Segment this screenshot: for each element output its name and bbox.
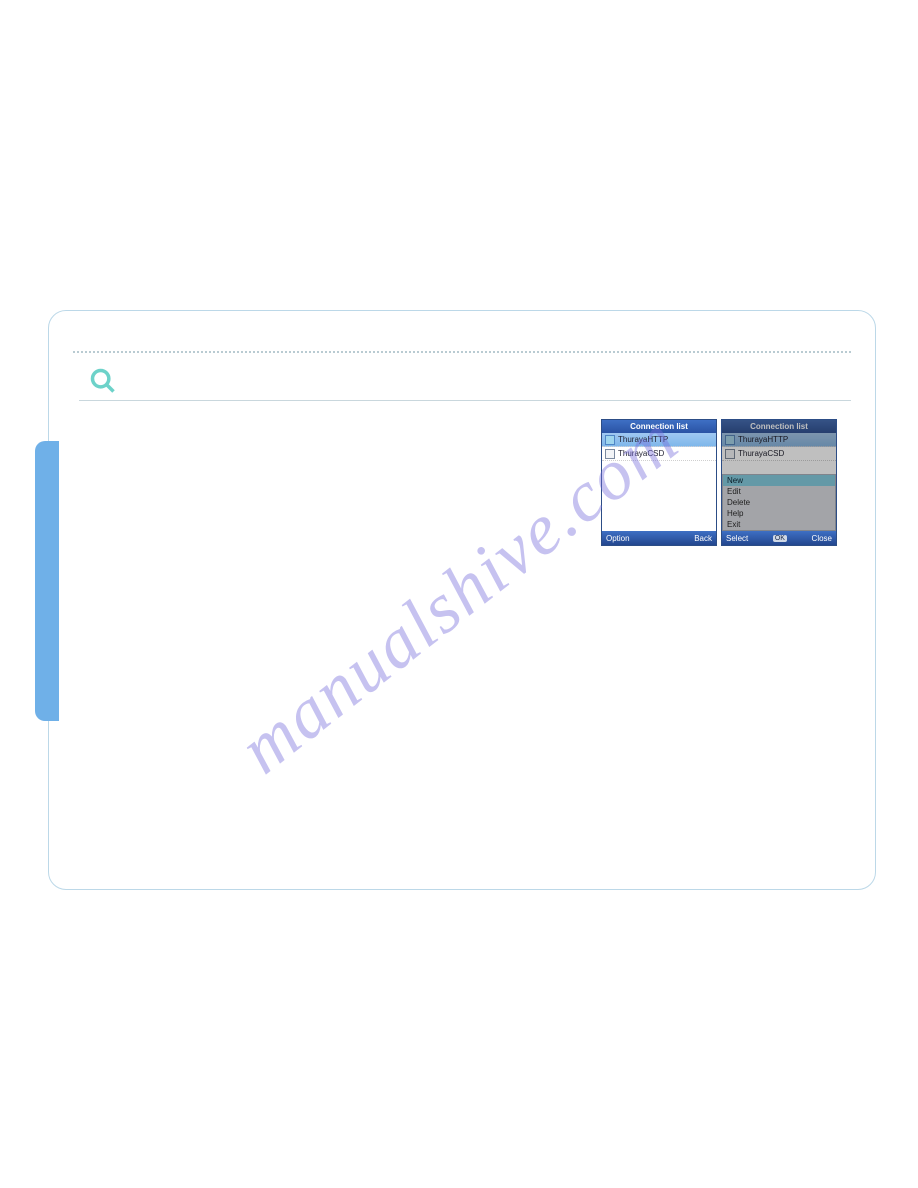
screen-title: Connection list [722, 420, 836, 433]
softkey-bar: Option Back [602, 531, 716, 545]
softkey-right[interactable]: Close [812, 534, 832, 543]
softkey-left[interactable]: Select [726, 534, 748, 543]
list-item[interactable]: ThurayaCSD [602, 447, 716, 461]
menu-item-delete[interactable]: Delete [723, 497, 835, 508]
menu-item-edit[interactable]: Edit [723, 486, 835, 497]
options-menu: New Edit Delete Help Exit [722, 474, 836, 531]
screenshot-connection-list-options: Connection list ThurayaHTTP ThurayaCSD N… [721, 419, 837, 546]
screen-title: Connection list [602, 420, 716, 433]
menu-item-help[interactable]: Help [723, 508, 835, 519]
ok-pill: OK [773, 535, 787, 542]
list-item: ThurayaHTTP [722, 433, 836, 447]
softkey-right[interactable]: Back [694, 534, 712, 543]
softkey-bar: Select OK Close [722, 531, 836, 545]
softkey-left[interactable]: Option [606, 534, 630, 543]
softkey-mid[interactable]: OK [773, 535, 787, 542]
list-area: ThurayaHTTP ThurayaCSD New Edit Delete H… [722, 433, 836, 531]
menu-item-exit[interactable]: Exit [723, 519, 835, 530]
section-rule [79, 371, 851, 401]
screenshot-connection-list: Connection list ThurayaHTTP ThurayaCSD O… [601, 419, 717, 546]
list-item[interactable]: ThurayaHTTP [602, 433, 716, 447]
side-tab [35, 441, 59, 721]
magnifier-icon [89, 367, 117, 395]
menu-item-new[interactable]: New [723, 475, 835, 486]
list-area: ThurayaHTTP ThurayaCSD [602, 433, 716, 531]
list-item: ThurayaCSD [722, 447, 836, 461]
dotted-rule [73, 351, 851, 353]
